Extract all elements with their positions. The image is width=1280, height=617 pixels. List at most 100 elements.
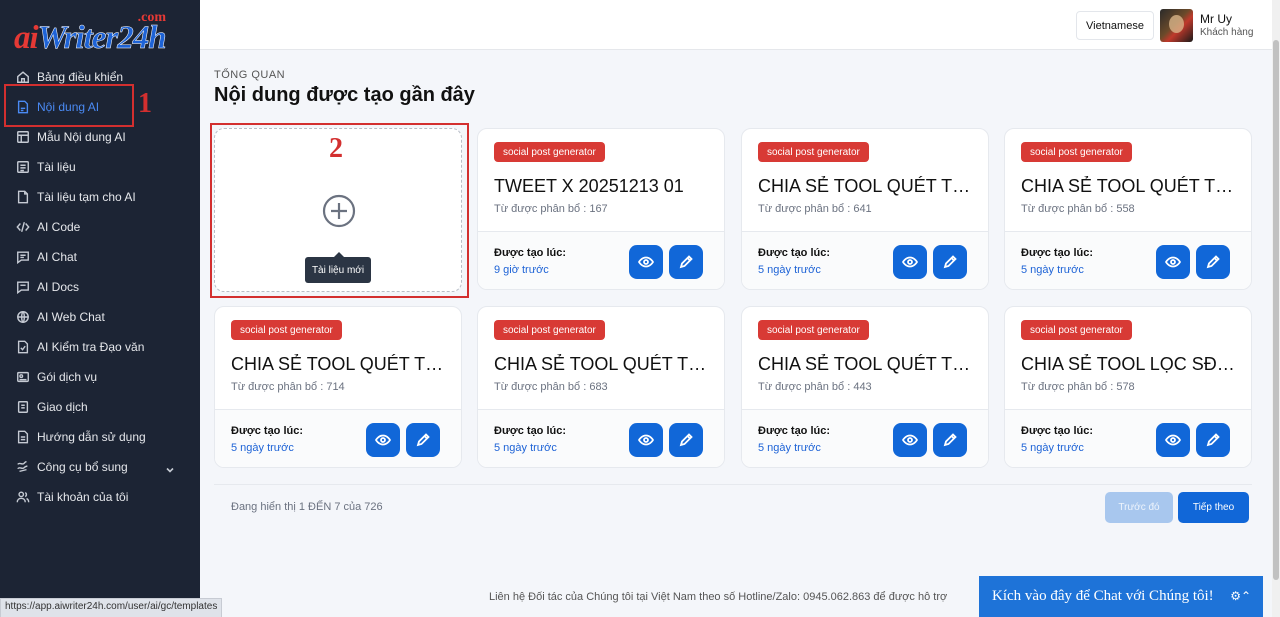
sidebar-item-label: Mẫu Nội dung AI <box>37 130 126 144</box>
user-name[interactable]: Mr Uy <box>1200 12 1232 26</box>
chat-widget-banner[interactable]: Kích vào đây để Chat với Chúng tôi! ⚙⌃ <box>979 576 1263 617</box>
content-card[interactable]: social post generator CHIA SẺ TOOL QUÉT … <box>477 306 725 468</box>
pencil-icon <box>679 433 693 447</box>
eye-icon <box>902 256 918 268</box>
category-badge: social post generator <box>494 142 605 162</box>
edit-button[interactable] <box>1196 423 1230 457</box>
content-card[interactable]: social post generator CHIA SẺ TOOL QUÉT … <box>214 306 462 468</box>
view-button[interactable] <box>629 245 663 279</box>
sidebar: .com aiWriter24h Bảng điều khiển Nội dun… <box>0 0 200 617</box>
file-check-icon <box>16 340 30 354</box>
next-button[interactable]: Tiếp theo <box>1178 492 1249 523</box>
user-role: Khách hàng <box>1200 27 1254 38</box>
card-title[interactable]: CHIA SẺ TOOL QUÉT TR... <box>494 354 714 375</box>
sidebar-item-label: Giao dịch <box>37 400 88 414</box>
sidebar-item-plans[interactable]: Gói dịch vụ <box>0 362 200 392</box>
users-icon <box>16 490 30 504</box>
previous-button[interactable]: Trước đó <box>1105 492 1173 523</box>
created-label: Được tạo lúc: <box>1021 425 1094 437</box>
top-bar: Vietnamese Mr Uy Khách hàng <box>200 0 1272 50</box>
list-icon <box>16 160 30 174</box>
card-title[interactable]: TWEET X 20251213 01 <box>494 176 714 197</box>
pencil-icon <box>679 255 693 269</box>
logo[interactable]: .com aiWriter24h <box>14 10 174 58</box>
language-selector[interactable]: Vietnamese <box>1076 11 1154 40</box>
view-button[interactable] <box>366 423 400 457</box>
card-footer: Được tạo lúc: 5 ngày trước <box>1005 409 1251 467</box>
card-title[interactable]: CHIA SẺ TOOL QUÉT TR... <box>231 354 451 375</box>
category-badge: social post generator <box>1021 320 1132 340</box>
edit-button[interactable] <box>1196 245 1230 279</box>
sidebar-item-label: Tài liệu <box>37 160 76 174</box>
sidebar-item-ai-docs[interactable]: AI Docs <box>0 272 200 302</box>
pagination: Đang hiển thị 1 ĐẾN 7 của 726 Trước đó T… <box>214 484 1252 528</box>
sidebar-item-extra-tools[interactable]: Công cụ bổ sung <box>0 452 200 482</box>
card-footer: Được tạo lúc: 5 ngày trước <box>215 409 461 467</box>
code-icon <box>16 220 30 234</box>
sidebar-item-temp-docs[interactable]: Tài liệu tạm cho AI <box>0 182 200 212</box>
book-icon <box>16 430 30 444</box>
file-icon <box>16 190 30 204</box>
card-title[interactable]: CHIA SẺ TOOL QUÉT TR... <box>758 176 978 197</box>
card-footer: Được tạo lúc: 5 ngày trước <box>478 409 724 467</box>
package-icon <box>16 370 30 384</box>
chat-widget-label[interactable]: Kích vào đây để Chat với Chúng tôi! <box>992 588 1214 605</box>
pencil-icon <box>943 433 957 447</box>
sidebar-item-label: Bảng điều khiển <box>37 70 124 84</box>
card-title[interactable]: CHIA SẺ TOOL QUÉT TR... <box>758 354 978 375</box>
edit-button[interactable] <box>406 423 440 457</box>
view-button[interactable] <box>893 423 927 457</box>
sidebar-item-guide[interactable]: Hướng dẫn sử dụng <box>0 422 200 452</box>
sidebar-item-ai-code[interactable]: AI Code <box>0 212 200 242</box>
scrollbar-thumb[interactable] <box>1273 40 1279 580</box>
eye-icon <box>902 434 918 446</box>
view-button[interactable] <box>1156 245 1190 279</box>
edit-button[interactable] <box>933 423 967 457</box>
edit-button[interactable] <box>669 245 703 279</box>
category-badge: social post generator <box>231 320 342 340</box>
sidebar-item-plagiarism[interactable]: AI Kiểm tra Đạo văn <box>0 332 200 362</box>
page-scrollbar[interactable] <box>1272 0 1280 617</box>
annotation-number-1: 1 <box>138 88 152 119</box>
home-icon <box>16 70 30 84</box>
sidebar-item-label: Công cụ bổ sung <box>37 460 128 474</box>
created-label: Được tạo lúc: <box>758 425 831 437</box>
sidebar-item-label: AI Docs <box>37 280 80 294</box>
pencil-icon <box>1206 255 1220 269</box>
breadcrumb: TỔNG QUAN <box>214 69 286 81</box>
sidebar-item-my-account[interactable]: Tài khoản của tôi <box>0 482 200 512</box>
content-card[interactable]: social post generator CHIA SẺ TOOL QUÉT … <box>741 128 989 290</box>
eye-icon <box>1165 434 1181 446</box>
eye-icon <box>375 434 391 446</box>
view-button[interactable] <box>893 245 927 279</box>
card-footer: Được tạo lúc: 5 ngày trước <box>1005 231 1251 289</box>
template-icon <box>16 130 30 144</box>
card-title[interactable]: CHIA SẺ TOOL QUÉT TR... <box>1021 176 1241 197</box>
sidebar-item-transactions[interactable]: Giao dịch <box>0 392 200 422</box>
content-card[interactable]: social post generator CHIA SẺ TOOL QUÉT … <box>741 306 989 468</box>
card-title[interactable]: CHIA SẺ TOOL LỌC SĐT ... <box>1021 354 1241 375</box>
sidebar-item-ai-web-chat[interactable]: AI Web Chat <box>0 302 200 332</box>
pencil-icon <box>943 255 957 269</box>
gear-icon[interactable]: ⚙⌃ <box>1230 589 1251 604</box>
receipt-icon <box>16 400 30 414</box>
view-button[interactable] <box>629 423 663 457</box>
edit-button[interactable] <box>669 423 703 457</box>
avatar[interactable] <box>1160 9 1193 42</box>
tools-icon <box>16 460 30 474</box>
content-card[interactable]: social post generator TWEET X 20251213 0… <box>477 128 725 290</box>
view-button[interactable] <box>1156 423 1190 457</box>
content-card[interactable]: social post generator CHIA SẺ TOOL QUÉT … <box>1004 128 1252 290</box>
card-word-count: Từ được phân bổ : 641 <box>758 203 872 215</box>
page-title: Nội dung được tạo gần đây <box>214 84 475 106</box>
annotation-box-1 <box>4 84 134 127</box>
sidebar-item-label: AI Kiểm tra Đạo văn <box>37 340 145 354</box>
card-word-count: Từ được phân bổ : 167 <box>494 203 608 215</box>
sidebar-item-label: Hướng dẫn sử dụng <box>37 430 146 444</box>
created-time: 5 ngày trước <box>231 442 294 454</box>
sidebar-item-ai-chat[interactable]: AI Chat <box>0 242 200 272</box>
sidebar-item-documents[interactable]: Tài liệu <box>0 152 200 182</box>
created-time: 5 ngày trước <box>758 442 821 454</box>
edit-button[interactable] <box>933 245 967 279</box>
content-card[interactable]: social post generator CHIA SẺ TOOL LỌC S… <box>1004 306 1252 468</box>
